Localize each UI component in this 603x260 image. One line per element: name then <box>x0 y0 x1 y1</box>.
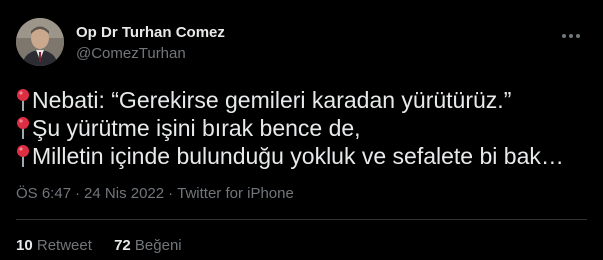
tweet-line: Milletin içinde bulunduğu yokluk ve sefa… <box>16 142 596 170</box>
retweets-label: Retweet <box>36 237 92 254</box>
meta-separator: · <box>75 185 81 202</box>
tweet-line-text: Milletin içinde bulunduğu yokluk ve sefa… <box>32 143 564 169</box>
tweet-time[interactable]: ÖS 6:47 <box>16 185 71 202</box>
user-handle[interactable]: @ComezTurhan <box>76 45 225 63</box>
likes-label: Beğeni <box>134 237 182 254</box>
display-name[interactable]: Op Dr Turhan Comez <box>76 24 225 42</box>
profile-photo <box>16 18 64 66</box>
divider <box>16 219 587 220</box>
tweet-line: Şu yürütme işini bırak bence de, <box>16 114 596 142</box>
tweet-line-text: Nebati: “Gerekirse gemileri karadan yürü… <box>32 87 512 113</box>
tweet-date[interactable]: 24 Nis 2022 <box>84 185 164 202</box>
tweet-text: Nebati: “Gerekirse gemileri karadan yürü… <box>16 86 596 170</box>
retweets-stat[interactable]: 10 Retweet <box>16 237 96 254</box>
likes-count: 72 <box>114 237 131 254</box>
round-pushpin-icon <box>17 117 29 139</box>
tweet-line: Nebati: “Gerekirse gemileri karadan yürü… <box>16 86 596 114</box>
author-info: Op Dr Turhan Comez @ComezTurhan <box>76 24 225 63</box>
round-pushpin-icon <box>17 89 29 111</box>
retweets-count: 10 <box>16 237 33 254</box>
tweet-meta: ÖS 6:47 · 24 Nis 2022 · Twitter for iPhone <box>16 185 294 202</box>
tweet: Op Dr Turhan Comez @ComezTurhan Nebati: … <box>0 0 603 260</box>
meta-separator: · <box>168 185 174 202</box>
tweet-stats: 10 Retweet 72 Beğeni <box>16 237 200 254</box>
likes-stat[interactable]: 72 Beğeni <box>114 237 182 254</box>
tweet-line-text: Şu yürütme işini bırak bence de, <box>32 115 361 141</box>
more-dots-icon <box>562 34 580 38</box>
avatar[interactable] <box>16 18 64 66</box>
tweet-source[interactable]: Twitter for iPhone <box>177 185 294 202</box>
round-pushpin-icon <box>17 145 29 167</box>
more-options-button[interactable] <box>559 24 583 48</box>
